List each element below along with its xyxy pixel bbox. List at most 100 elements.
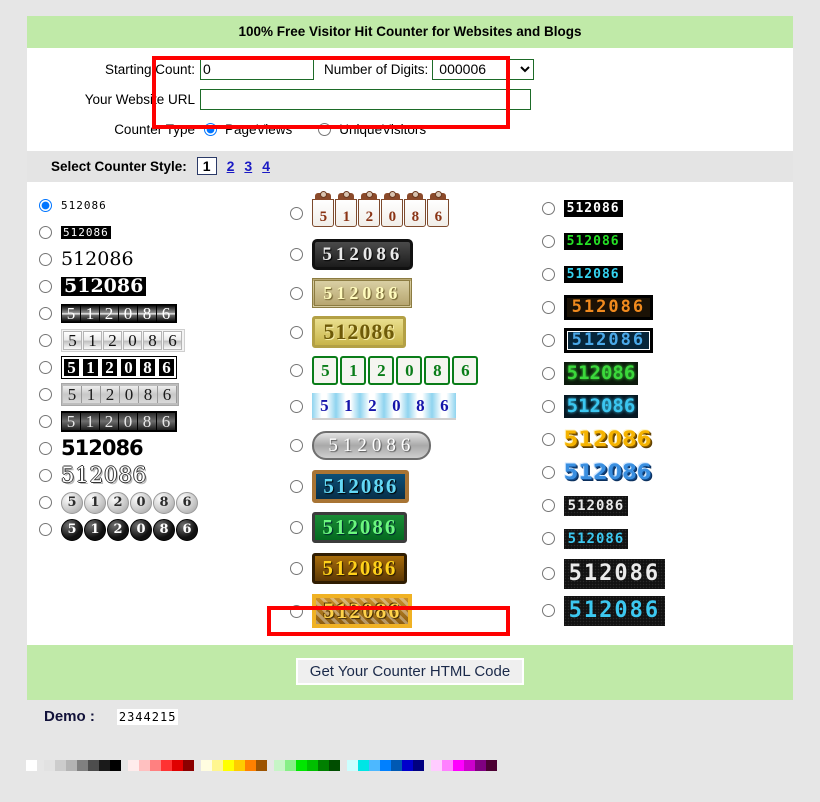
counter-radio[interactable]: [541, 400, 555, 413]
counter-radio[interactable]: [541, 433, 555, 446]
counter-radio[interactable]: [290, 521, 304, 534]
counter-radio[interactable]: [290, 399, 304, 413]
counter-option-dotmatrix-white-large[interactable]: 512086: [541, 555, 793, 592]
style-page-2[interactable]: 2: [227, 158, 235, 174]
counter-option-flipcard-brown[interactable]: 512086: [290, 191, 541, 234]
counter-option-serif-bold-inverted[interactable]: 512086: [39, 273, 290, 300]
counter-radio[interactable]: [290, 363, 304, 377]
counter-type-radio-uniquevisitors[interactable]: [318, 122, 332, 136]
counter-option-plate-tan[interactable]: 512086: [290, 274, 541, 312]
counter-option-lcd-small-plain[interactable]: 512086: [39, 192, 290, 219]
counter-radio[interactable]: [39, 496, 52, 509]
counter-radio[interactable]: [290, 604, 304, 618]
counter-option-odometer-dark[interactable]: 512086: [39, 300, 290, 327]
counter-option-odometer-dark-gloss[interactable]: 512086: [39, 408, 290, 435]
palette-swatch[interactable]: [66, 760, 77, 771]
counter-radio[interactable]: [290, 325, 304, 339]
counter-option-3d-blue[interactable]: 512086: [541, 456, 793, 489]
palette-swatch[interactable]: [285, 760, 296, 771]
palette-swatch[interactable]: [44, 760, 55, 771]
counter-radio[interactable]: [290, 438, 304, 452]
palette-swatch[interactable]: [128, 760, 139, 771]
counter-option-plate-blue[interactable]: 512086: [290, 466, 541, 507]
palette-swatch[interactable]: [55, 760, 66, 771]
palette-swatch[interactable]: [99, 760, 110, 771]
counter-radio[interactable]: [290, 480, 304, 493]
counter-radio[interactable]: [541, 367, 555, 380]
counter-option-seg-cyan[interactable]: 512086: [541, 258, 793, 291]
palette-swatch[interactable]: [245, 760, 256, 771]
counter-option-tiles-green[interactable]: 512086: [290, 352, 541, 388]
palette-swatch[interactable]: [212, 760, 223, 771]
palette-swatch[interactable]: [110, 760, 121, 771]
counter-radio[interactable]: [290, 247, 304, 261]
style-page-4[interactable]: 4: [262, 158, 270, 174]
counter-type-radio-pageviews[interactable]: [204, 122, 217, 136]
palette-swatch[interactable]: [464, 760, 475, 771]
counter-option-outline-serif[interactable]: 512086: [39, 462, 290, 489]
palette-swatch[interactable]: [369, 760, 380, 771]
style-page-3[interactable]: 3: [244, 158, 252, 174]
palette-swatch[interactable]: [402, 760, 413, 771]
palette-swatch[interactable]: [26, 760, 37, 771]
counter-radio[interactable]: [541, 235, 555, 248]
palette-swatch[interactable]: [347, 760, 358, 771]
counter-radio[interactable]: [39, 307, 52, 320]
counter-radio[interactable]: [290, 206, 304, 220]
counter-radio[interactable]: [541, 499, 555, 512]
palette-swatch[interactable]: [442, 760, 453, 771]
palette-swatch[interactable]: [486, 760, 497, 771]
counter-radio[interactable]: [39, 415, 52, 428]
palette-swatch[interactable]: [88, 760, 99, 771]
counter-radio[interactable]: [39, 280, 52, 293]
counter-radio[interactable]: [541, 301, 555, 314]
palette-swatch[interactable]: [201, 760, 212, 771]
number-of-digits-select[interactable]: 000006: [432, 58, 535, 80]
style-page-1[interactable]: 1: [196, 157, 217, 175]
counter-radio[interactable]: [39, 469, 52, 482]
counter-radio[interactable]: [39, 334, 52, 347]
counter-radio[interactable]: [39, 442, 52, 455]
counter-option-plate-gold-weave[interactable]: 512086: [290, 589, 541, 633]
counter-radio[interactable]: [290, 562, 304, 575]
palette-swatch[interactable]: [223, 760, 234, 771]
counter-radio[interactable]: [541, 466, 555, 479]
counter-radio[interactable]: [541, 202, 555, 215]
palette-swatch[interactable]: [475, 760, 486, 771]
counter-type-option-pageviews[interactable]: PageViews: [204, 122, 292, 137]
counter-radio[interactable]: [39, 523, 52, 536]
counter-option-dotmatrix-cyan-small[interactable]: 512086: [541, 522, 793, 555]
palette-swatch[interactable]: [296, 760, 307, 771]
counter-option-plate-green[interactable]: 512086: [290, 507, 541, 548]
counter-radio[interactable]: [39, 199, 52, 212]
palette-swatch[interactable]: [234, 760, 245, 771]
palette-swatch[interactable]: [77, 760, 88, 771]
palette-swatch[interactable]: [172, 760, 183, 771]
counter-option-seg-blue-boxed[interactable]: 512086: [541, 324, 793, 357]
counter-option-odometer-light[interactable]: 512086: [39, 327, 290, 354]
counter-option-serif-plain[interactable]: 512086: [39, 246, 290, 273]
counter-option-odometer-black-boxed[interactable]: 512086: [39, 354, 290, 381]
counter-radio[interactable]: [290, 286, 304, 300]
counter-radio[interactable]: [39, 226, 52, 239]
palette-swatch[interactable]: [318, 760, 329, 771]
counter-option-tiles-blue-fan[interactable]: 512086: [290, 388, 541, 424]
palette-swatch[interactable]: [391, 760, 402, 771]
palette-swatch[interactable]: [183, 760, 194, 771]
website-url-input[interactable]: [200, 88, 531, 110]
palette-swatch[interactable]: [358, 760, 369, 771]
palette-swatch[interactable]: [307, 760, 318, 771]
counter-radio[interactable]: [39, 253, 52, 266]
counter-option-seg-white[interactable]: 512086: [541, 192, 793, 225]
counter-option-plate-brown[interactable]: 512086: [290, 548, 541, 589]
starting-count-input[interactable]: [200, 58, 314, 80]
counter-option-plate-gold[interactable]: 512086: [290, 312, 541, 352]
palette-swatch[interactable]: [431, 760, 442, 771]
palette-swatch[interactable]: [139, 760, 150, 771]
counter-radio[interactable]: [541, 268, 555, 281]
get-counter-html-code-button[interactable]: Get Your Counter HTML Code: [295, 658, 525, 685]
counter-option-seg-green[interactable]: 512086: [541, 225, 793, 258]
counter-option-3d-gold[interactable]: 512086: [541, 423, 793, 456]
counter-option-balls-gray[interactable]: 512086: [39, 489, 290, 516]
counter-option-seg-orange-boxed[interactable]: 512086: [541, 291, 793, 324]
